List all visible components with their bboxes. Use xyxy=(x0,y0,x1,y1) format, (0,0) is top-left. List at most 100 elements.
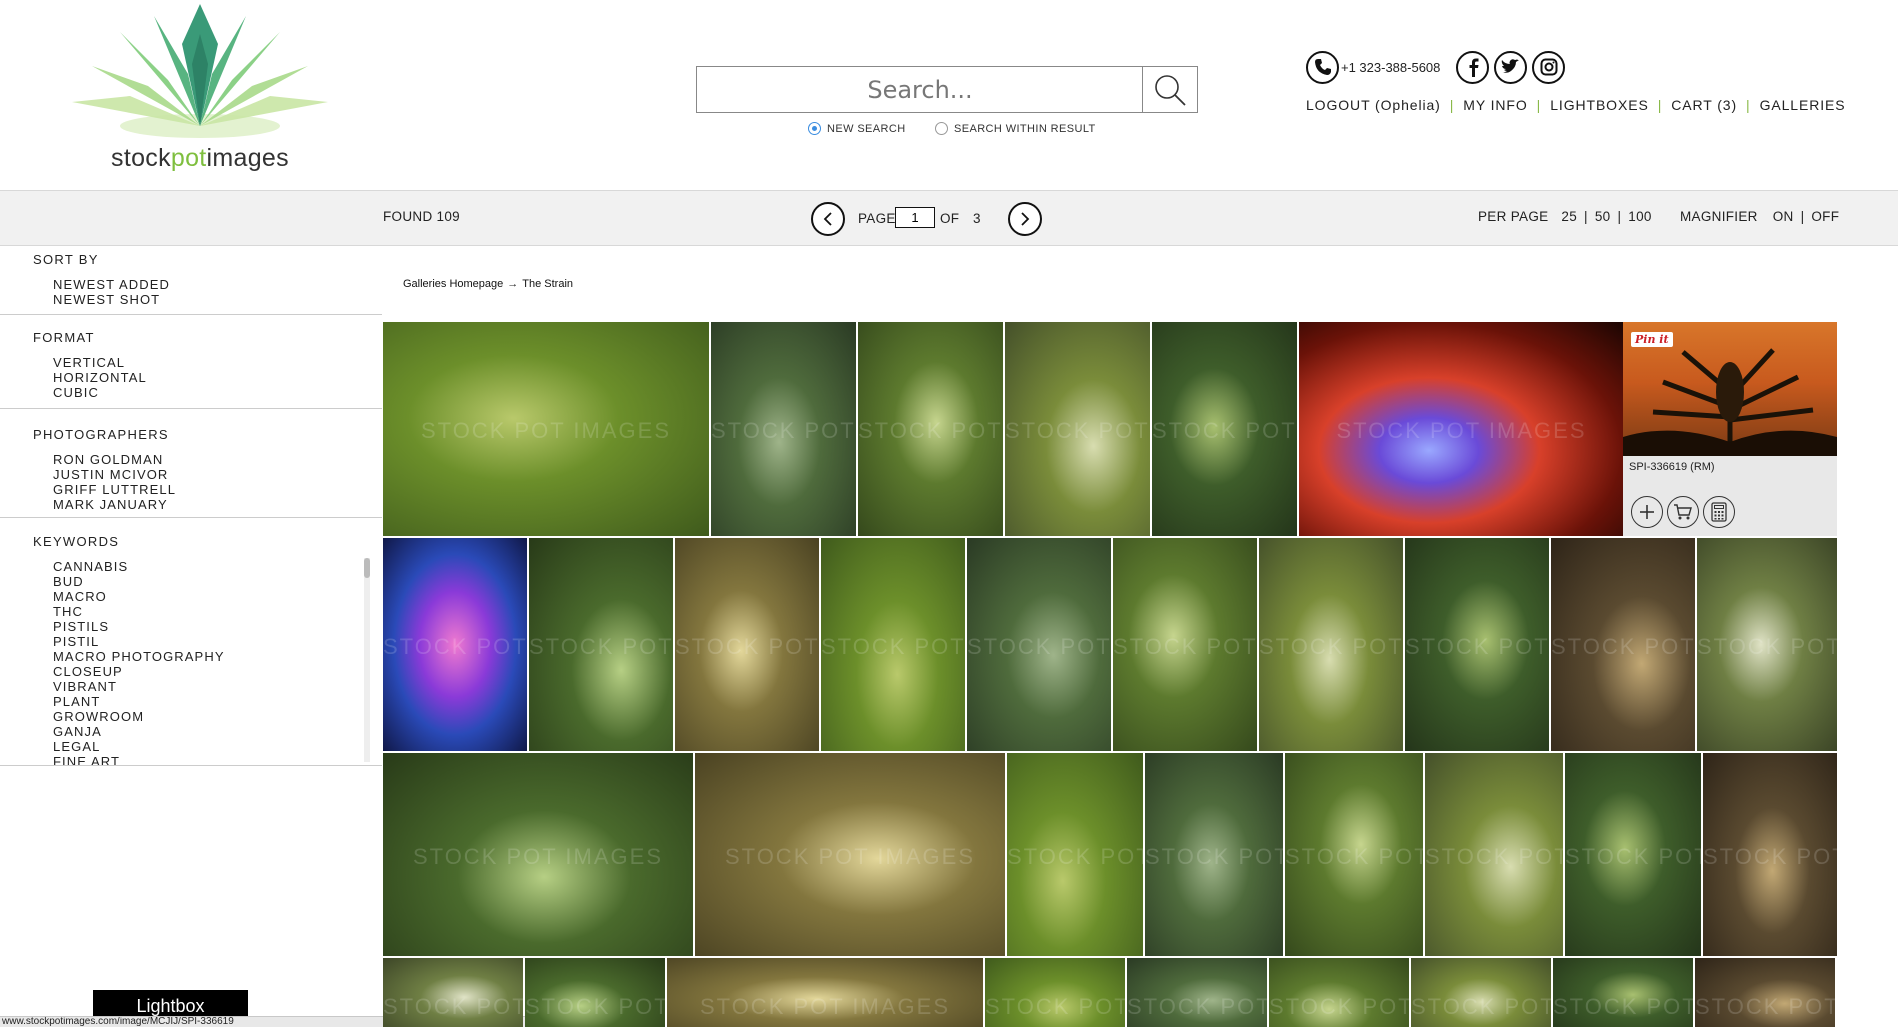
gallery-thumbnail[interactable]: STOCK POT IMAGES xyxy=(1005,322,1150,536)
gallery-thumbnail[interactable]: STOCK POT IMAGES xyxy=(967,538,1111,751)
keywords-scrollbar[interactable] xyxy=(364,558,370,762)
gallery-thumbnail[interactable]: STOCK POT IMAGES xyxy=(529,538,673,751)
gallery-thumbnail[interactable]: STOCK POT IMAGES xyxy=(1695,958,1835,1027)
gallery-thumbnail[interactable]: STOCK POT IMAGES xyxy=(667,958,983,1027)
gallery-thumbnail[interactable]: STOCK POT IMAGES xyxy=(1703,753,1837,956)
per-page-100[interactable]: 100 xyxy=(1628,209,1651,224)
gallery-thumbnail[interactable]: STOCK POT IMAGES xyxy=(1411,958,1551,1027)
page-number-input[interactable] xyxy=(895,207,935,228)
contact-bar: +1 323-388-5608 xyxy=(1306,50,1570,84)
photographer-item[interactable]: GRIFF LUTTRELL xyxy=(33,482,382,497)
magnifier-on[interactable]: ON xyxy=(1773,209,1794,224)
twitter-icon[interactable] xyxy=(1494,50,1528,84)
pin-it-button[interactable]: Pin it xyxy=(1631,332,1673,347)
gallery-thumbnail[interactable]: STOCK POT IMAGES xyxy=(383,538,527,751)
prev-page-button[interactable] xyxy=(811,202,845,236)
galleries-link[interactable]: GALLERIES xyxy=(1760,97,1846,113)
keyword-item[interactable]: MACRO PHOTOGRAPHY xyxy=(33,649,382,664)
format-horizontal[interactable]: HORIZONTAL xyxy=(33,370,382,385)
gallery-thumbnail[interactable]: STOCK POT IMAGES xyxy=(1299,322,1624,536)
new-search-option[interactable]: NEW SEARCH xyxy=(808,122,906,135)
keyword-item[interactable]: MACRO xyxy=(33,589,382,604)
magnifier-off[interactable]: OFF xyxy=(1811,209,1839,224)
photographer-item[interactable]: JUSTIN MCIVOR xyxy=(33,467,382,482)
sort-newest-added[interactable]: NEWEST ADDED xyxy=(33,277,382,292)
gallery-thumbnail[interactable]: STOCK POT IMAGES xyxy=(1285,753,1423,956)
gallery-thumbnail[interactable]: STOCK POT IMAGES xyxy=(383,753,693,956)
keyword-item[interactable]: PISTIL xyxy=(33,634,382,649)
site-logo[interactable]: stockpotimages xyxy=(70,4,330,176)
gallery-thumbnail[interactable]: STOCK POT IMAGES xyxy=(383,322,709,536)
gallery-thumbnail[interactable]: STOCK POT IMAGES xyxy=(1425,753,1563,956)
watermark-text: STOCK POT IMAGES xyxy=(858,418,1003,444)
gallery-thumbnail[interactable]: STOCK POT IMAGES xyxy=(695,753,1005,956)
keywords-section: KEYWORDS CANNABIS BUD MACRO THC PISTILS … xyxy=(0,518,382,766)
magnifier-separator: | xyxy=(1800,209,1805,224)
scrollbar-thumb[interactable] xyxy=(364,558,370,578)
results-toolbar: FOUND 109 PAGE OF 3 PER PAGE 25 | 50 | 1… xyxy=(0,190,1898,246)
keyword-item[interactable]: CLOSEUP xyxy=(33,664,382,679)
next-page-button[interactable] xyxy=(1008,202,1042,236)
gallery-thumbnail[interactable]: STOCK POT IMAGES xyxy=(1553,958,1693,1027)
image-hover-card[interactable]: Pin it SPI-336619 (RM) xyxy=(1623,322,1837,536)
gallery-thumbnail[interactable]: STOCK POT IMAGES xyxy=(1697,538,1837,751)
per-page-50[interactable]: 50 xyxy=(1595,209,1611,224)
gallery-thumbnail[interactable]: STOCK POT IMAGES xyxy=(1269,958,1409,1027)
sort-newest-shot[interactable]: NEWEST SHOT xyxy=(33,292,382,307)
my-info-link[interactable]: MY INFO xyxy=(1463,97,1527,113)
keyword-item[interactable]: GANJA xyxy=(33,724,382,739)
gallery-thumbnail[interactable]: STOCK POT IMAGES xyxy=(383,958,523,1027)
keyword-item[interactable]: BUD xyxy=(33,574,382,589)
format-cubic[interactable]: CUBIC xyxy=(33,385,382,400)
gallery-thumbnail[interactable]: STOCK POT IMAGES xyxy=(1565,753,1701,956)
radio-selected-icon[interactable] xyxy=(808,122,821,135)
format-vertical[interactable]: VERTICAL xyxy=(33,355,382,370)
phone-icon[interactable] xyxy=(1306,50,1339,84)
gallery-thumbnail[interactable]: STOCK POT IMAGES xyxy=(1007,753,1143,956)
gallery-thumbnail[interactable]: STOCK POT IMAGES xyxy=(1152,322,1297,536)
keyword-item[interactable]: VIBRANT xyxy=(33,679,382,694)
per-page-25[interactable]: 25 xyxy=(1561,209,1577,224)
price-calculator-button[interactable] xyxy=(1703,496,1735,528)
lightboxes-link[interactable]: LIGHTBOXES xyxy=(1550,97,1648,113)
keyword-item[interactable]: FINE ART xyxy=(33,754,382,765)
facebook-icon[interactable] xyxy=(1456,50,1490,84)
breadcrumb-home[interactable]: Galleries Homepage xyxy=(403,278,503,290)
gallery-thumbnail[interactable]: STOCK POT IMAGES xyxy=(1551,538,1695,751)
account-nav: LOGOUT (Ophelia) | MY INFO | LIGHTBOXES … xyxy=(1306,97,1846,113)
watermark-text: STOCK POT IMAGES xyxy=(711,418,856,444)
keyword-item[interactable]: LEGAL xyxy=(33,739,382,754)
cart-link[interactable]: CART (3) xyxy=(1671,97,1737,113)
breadcrumb-current[interactable]: The Strain xyxy=(522,278,573,290)
keyword-item[interactable]: PISTILS xyxy=(33,619,382,634)
gallery-thumbnail[interactable]: STOCK POT IMAGES xyxy=(985,958,1125,1027)
radio-unselected-icon[interactable] xyxy=(935,122,948,135)
gallery-thumbnail[interactable]: STOCK POT IMAGES xyxy=(1259,538,1403,751)
gallery-thumbnail[interactable]: STOCK POT IMAGES xyxy=(858,322,1003,536)
thumbnail-image[interactable]: Pin it xyxy=(1623,322,1837,456)
photographer-item[interactable]: MARK JANUARY xyxy=(33,497,382,512)
keyword-item[interactable]: THC xyxy=(33,604,382,619)
gallery-thumbnail[interactable]: STOCK POT IMAGES xyxy=(1405,538,1549,751)
add-to-cart-button[interactable] xyxy=(1667,496,1699,528)
gallery-thumbnail[interactable]: STOCK POT IMAGES xyxy=(675,538,819,751)
phone-number[interactable]: +1 323-388-5608 xyxy=(1341,60,1440,75)
search-within-option[interactable]: SEARCH WITHIN RESULT xyxy=(935,122,1096,135)
logout-link[interactable]: LOGOUT (Ophelia) xyxy=(1306,97,1441,113)
keyword-item[interactable]: GROWROOM xyxy=(33,709,382,724)
watermark-text: STOCK POT IMAGES xyxy=(1007,844,1143,870)
gallery-thumbnail[interactable]: STOCK POT IMAGES xyxy=(711,322,856,536)
gallery-thumbnail[interactable]: STOCK POT IMAGES xyxy=(525,958,665,1027)
magnifier-toggle: MAGNIFIER ON | OFF xyxy=(1680,209,1839,224)
gallery-thumbnail[interactable]: STOCK POT IMAGES xyxy=(821,538,965,751)
keyword-item[interactable]: PLANT xyxy=(33,694,382,709)
keyword-item[interactable]: CANNABIS xyxy=(33,559,382,574)
search-button[interactable] xyxy=(1142,67,1197,112)
instagram-icon[interactable] xyxy=(1532,50,1566,84)
photographer-item[interactable]: RON GOLDMAN xyxy=(33,452,382,467)
gallery-thumbnail[interactable]: STOCK POT IMAGES xyxy=(1127,958,1267,1027)
gallery-thumbnail[interactable]: STOCK POT IMAGES xyxy=(1113,538,1257,751)
search-input[interactable] xyxy=(697,67,1143,112)
add-to-lightbox-button[interactable] xyxy=(1631,496,1663,528)
gallery-thumbnail[interactable]: STOCK POT IMAGES xyxy=(1145,753,1283,956)
